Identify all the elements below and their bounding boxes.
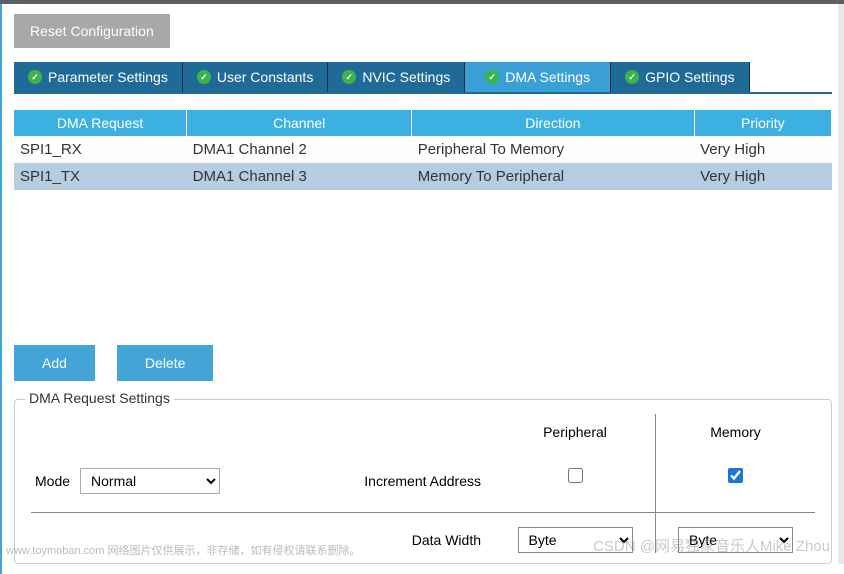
cell-direction: Memory To Peripheral (412, 163, 694, 190)
cell-channel: DMA1 Channel 3 (187, 163, 412, 190)
watermark-text: www.toymoban.com 网络图片仅供展示，非存储，如有侵权请联系删除。 (6, 542, 360, 558)
table-row[interactable]: SPI1_RX DMA1 Channel 2 Peripheral To Mem… (14, 136, 832, 163)
check-icon (485, 70, 499, 84)
col-header-channel: Channel (187, 110, 412, 136)
check-icon (342, 70, 356, 84)
tab-dma-settings[interactable]: DMA Settings (465, 62, 611, 92)
check-icon (28, 70, 42, 84)
tab-nvic-settings[interactable]: NVIC Settings (328, 62, 465, 92)
cell-priority: Very High (694, 136, 831, 163)
tab-label: DMA Settings (505, 69, 590, 85)
cell-direction: Peripheral To Memory (412, 136, 694, 163)
tab-parameter-settings[interactable]: Parameter Settings (14, 62, 183, 92)
tab-label: GPIO Settings (645, 69, 734, 85)
fieldset-legend: DMA Request Settings (25, 390, 174, 406)
tab-gpio-settings[interactable]: GPIO Settings (611, 62, 749, 92)
tab-label: NVIC Settings (362, 69, 450, 85)
watermark-text: CSDN @网易独家音乐人Mike Zhou (593, 535, 830, 556)
dma-table: DMA Request Channel Direction Priority S… (14, 110, 832, 190)
cell-request: SPI1_TX (14, 163, 187, 190)
data-width-label: Data Width (412, 532, 491, 548)
check-icon (625, 70, 639, 84)
mode-select[interactable]: Normal (80, 468, 220, 494)
col-header-memory: Memory (655, 414, 815, 458)
config-tabs: Parameter Settings User Constants NVIC S… (14, 62, 832, 94)
increment-peripheral-checkbox[interactable] (568, 468, 583, 483)
col-header-priority: Priority (694, 110, 831, 136)
col-header-peripheral: Peripheral (495, 414, 655, 458)
mode-label: Mode (35, 473, 70, 489)
col-header-request: DMA Request (14, 110, 187, 136)
table-row[interactable]: SPI1_TX DMA1 Channel 3 Memory To Periphe… (14, 163, 832, 190)
check-icon (197, 70, 211, 84)
increment-address-label: Increment Address (364, 473, 491, 489)
delete-button[interactable]: Delete (117, 345, 213, 381)
increment-memory-checkbox[interactable] (728, 468, 743, 483)
col-header-direction: Direction (412, 110, 694, 136)
cell-request: SPI1_RX (14, 136, 187, 163)
tab-label: Parameter Settings (48, 69, 168, 85)
reset-configuration-button[interactable]: Reset Configuration (14, 14, 170, 48)
tab-user-constants[interactable]: User Constants (183, 62, 328, 92)
cell-priority: Very High (694, 163, 831, 190)
tab-label: User Constants (217, 69, 313, 85)
scrollbar[interactable] (838, 4, 844, 564)
cell-channel: DMA1 Channel 2 (187, 136, 412, 163)
add-button[interactable]: Add (14, 345, 95, 381)
